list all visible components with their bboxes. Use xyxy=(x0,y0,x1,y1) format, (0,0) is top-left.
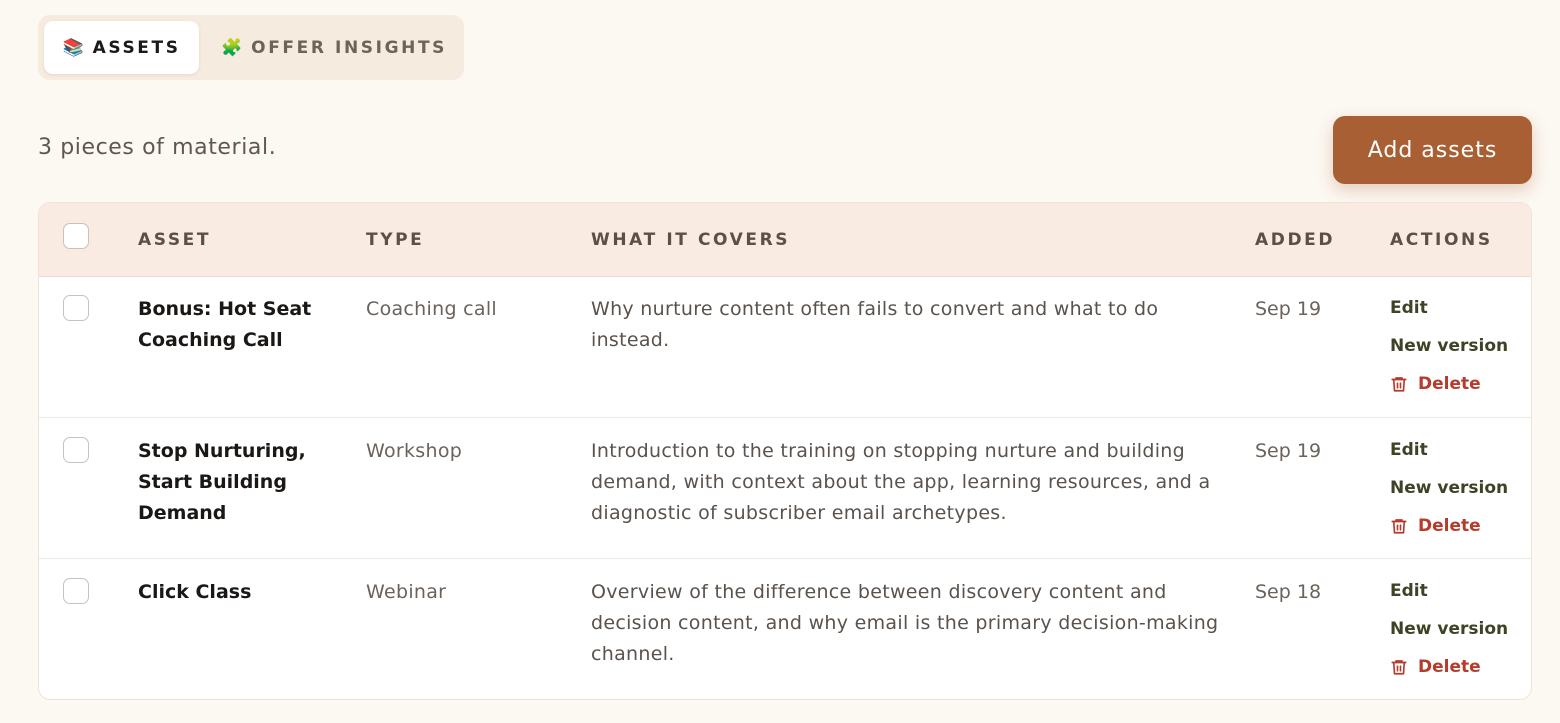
delete-label: Delete xyxy=(1418,374,1481,394)
edit-button[interactable]: Edit xyxy=(1390,298,1428,318)
edit-button[interactable]: Edit xyxy=(1390,440,1428,460)
asset-type: Workshop xyxy=(366,440,463,462)
row-checkbox[interactable] xyxy=(63,295,89,321)
tab-offer-insights[interactable]: 🧩 OFFER INSIGHTS xyxy=(214,21,454,74)
table-header: ASSET TYPE WHAT IT COVERS ADDED ACTIONS xyxy=(39,203,1531,277)
trash-icon xyxy=(1391,519,1407,534)
row-checkbox[interactable] xyxy=(63,578,89,604)
table-row: Stop Nurturing, Start Building Demand Wo… xyxy=(39,417,1531,559)
delete-button[interactable]: Delete xyxy=(1390,657,1481,677)
asset-description: Introduction to the training on stopping… xyxy=(591,440,1211,524)
asset-added-date: Sep 19 xyxy=(1255,298,1322,320)
edit-button[interactable]: Edit xyxy=(1390,581,1428,601)
asset-type: Webinar xyxy=(366,581,447,603)
tab-offer-insights-label: OFFER INSIGHTS xyxy=(251,37,447,58)
trash-icon xyxy=(1391,660,1407,675)
column-header-asset: ASSET xyxy=(138,230,212,250)
new-version-button[interactable]: New version xyxy=(1390,478,1508,498)
delete-button[interactable]: Delete xyxy=(1390,516,1481,536)
add-assets-button[interactable]: Add assets xyxy=(1333,116,1532,184)
asset-title: Click Class xyxy=(138,581,252,603)
asset-type: Coaching call xyxy=(366,298,497,320)
tab-assets[interactable]: 📚 ASSETS xyxy=(44,21,199,74)
delete-label: Delete xyxy=(1418,516,1481,536)
tab-bar: 📚 ASSETS 🧩 OFFER INSIGHTS xyxy=(38,15,464,80)
delete-button[interactable]: Delete xyxy=(1390,374,1481,394)
column-header-covers: WHAT IT COVERS xyxy=(591,230,791,250)
trash-icon xyxy=(1391,377,1407,392)
table-row: Bonus: Hot Seat Coaching Call Coaching c… xyxy=(39,276,1531,417)
column-header-actions: ACTIONS xyxy=(1390,230,1493,250)
select-all-checkbox[interactable] xyxy=(63,223,89,249)
column-header-type: TYPE xyxy=(366,230,425,250)
tab-assets-label: ASSETS xyxy=(92,37,181,58)
assets-table: ASSET TYPE WHAT IT COVERS ADDED ACTIONS … xyxy=(38,202,1532,700)
asset-count-summary: 3 pieces of material. xyxy=(38,135,277,160)
new-version-button[interactable]: New version xyxy=(1390,336,1508,356)
table-row: Click Class Webinar Overview of the diff… xyxy=(39,558,1531,699)
new-version-button[interactable]: New version xyxy=(1390,619,1508,639)
asset-description: Overview of the difference between disco… xyxy=(591,581,1219,665)
puzzle-icon: 🧩 xyxy=(220,37,243,58)
asset-added-date: Sep 18 xyxy=(1255,581,1322,603)
row-checkbox[interactable] xyxy=(63,437,89,463)
asset-description: Why nurture content often fails to conve… xyxy=(591,298,1159,351)
asset-title: Bonus: Hot Seat Coaching Call xyxy=(138,298,312,351)
books-icon: 📚 xyxy=(62,37,84,58)
asset-title: Stop Nurturing, Start Building Demand xyxy=(138,440,306,524)
delete-label: Delete xyxy=(1418,657,1481,677)
asset-added-date: Sep 19 xyxy=(1255,440,1322,462)
column-header-added: ADDED xyxy=(1255,230,1336,250)
